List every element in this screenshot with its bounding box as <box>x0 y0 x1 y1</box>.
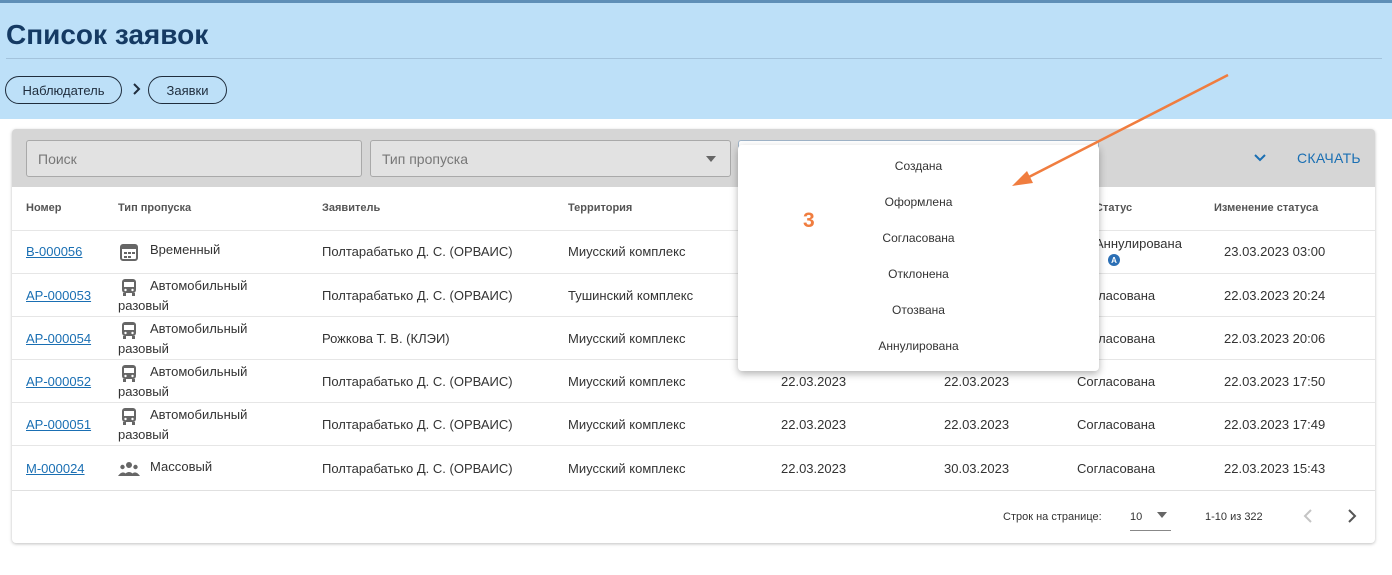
pass-type-label: Автомобильный <box>150 278 248 293</box>
request-number-link[interactable]: В-000056 <box>26 244 82 259</box>
annotation-step-number: 3 <box>803 209 815 232</box>
request-number-link[interactable]: АР-000053 <box>26 288 91 303</box>
calendar-icon <box>120 244 138 261</box>
pass-type-label: Автомобильный <box>150 321 248 336</box>
page-title: Список заявок <box>6 19 209 50</box>
column-header-status[interactable]: Статус <box>1095 202 1132 214</box>
date-from-cell: 22.03.2023 <box>781 461 847 476</box>
header-divider <box>6 58 1382 59</box>
date-from-cell: 22.03.2023 <box>781 417 847 432</box>
caret-down-icon <box>706 156 716 162</box>
territory-cell: Миусский комплекс <box>568 417 686 432</box>
pass-type-select[interactable]: Тип пропуска <box>370 140 731 177</box>
status-option-issued[interactable]: Оформлена <box>738 184 1099 220</box>
caret-down-icon <box>1157 512 1167 518</box>
pass-type-sublabel: разовый <box>118 341 169 356</box>
group-icon <box>118 462 140 476</box>
request-number-link[interactable]: АР-000052 <box>26 374 91 389</box>
download-button[interactable]: СКАЧАТЬ <box>1297 150 1361 166</box>
date-to-cell: 22.03.2023 <box>944 417 1010 432</box>
territory-cell: Тушинский комплекс <box>568 288 694 303</box>
applicant-cell: Полтарабатько Д. С. (ОРВАИС) <box>322 417 513 432</box>
table-row[interactable]: АР-000053 Автомобильный разовый Полтараб… <box>12 273 1375 316</box>
search-input[interactable]: Поиск <box>26 140 362 177</box>
column-header-territory[interactable]: Территория <box>568 202 632 214</box>
chevron-down-icon[interactable] <box>1253 151 1267 165</box>
status-dropdown-menu: Создана Оформлена Согласована Отклонена … <box>738 145 1099 371</box>
applicant-cell: Полтарабатько Д. С. (ОРВАИС) <box>322 244 513 259</box>
territory-cell: Миусский комплекс <box>568 244 686 259</box>
pass-type-select-label: Тип пропуска <box>382 150 469 167</box>
column-header-number[interactable]: Номер <box>26 202 62 214</box>
status-option-withdrawn[interactable]: Отозвана <box>738 292 1099 328</box>
status-badge: A <box>1108 254 1120 266</box>
requests-card: Поиск Тип пропуска СКАЧАТЬ Номер Тип про… <box>12 129 1375 543</box>
chevron-right-icon <box>131 81 143 97</box>
chevron-right-icon[interactable] <box>1344 507 1360 525</box>
status-cell: Согласована <box>1077 417 1156 432</box>
pass-type-label: Автомобильный <box>150 364 248 379</box>
bus-icon <box>122 365 136 382</box>
status-changed-cell: 22.03.2023 17:50 <box>1224 374 1326 389</box>
table-row[interactable]: М-000024 Массовый Полтарабатько Д. С. (О… <box>12 445 1375 490</box>
table-row[interactable]: В-000056 Временный Полтарабатько Д. С. (… <box>12 230 1375 273</box>
bus-icon <box>122 322 136 339</box>
rows-per-page-select[interactable]: 10 <box>1130 506 1171 531</box>
pass-type-label: Автомобильный <box>150 407 248 422</box>
status-changed-cell: 22.03.2023 20:24 <box>1224 288 1326 303</box>
chevron-left-icon[interactable] <box>1300 507 1316 525</box>
request-number-link[interactable]: АР-000054 <box>26 331 91 346</box>
status-option-cancelled[interactable]: Аннулирована <box>738 328 1099 364</box>
status-option-rejected[interactable]: Отклонена <box>738 256 1099 292</box>
applicant-cell: Рожкова Т. В. (КЛЭИ) <box>322 331 450 346</box>
pass-type-sublabel: разовый <box>118 384 169 399</box>
applicant-cell: Полтарабатько Д. С. (ОРВАИС) <box>322 461 513 476</box>
page-header: Список заявок Наблюдатель Заявки <box>0 0 1392 119</box>
column-header-pass-type[interactable]: Тип пропуска <box>118 202 191 214</box>
bus-icon <box>122 408 136 425</box>
status-changed-cell: 23.03.2023 03:00 <box>1224 244 1326 259</box>
pass-type-sublabel: разовый <box>118 427 169 442</box>
filter-toolbar: Поиск Тип пропуска СКАЧАТЬ <box>12 129 1375 187</box>
request-number-link[interactable]: М-000024 <box>26 461 85 476</box>
table-row[interactable]: АР-000052 Автомобильный разовый Полтараб… <box>12 359 1375 402</box>
table-row[interactable]: АР-000051 Автомобильный разовый Полтараб… <box>12 402 1375 445</box>
column-header-applicant[interactable]: Заявитель <box>322 202 380 214</box>
request-number-link[interactable]: АР-000051 <box>26 417 91 432</box>
table-row[interactable]: АР-000054 Автомобильный разовый Рожкова … <box>12 316 1375 359</box>
territory-cell: Миусский комплекс <box>568 461 686 476</box>
status-cell: Аннулирована <box>1095 236 1182 251</box>
applicant-cell: Полтарабатько Д. С. (ОРВАИС) <box>322 374 513 389</box>
status-cell: Согласована <box>1077 374 1156 389</box>
pass-type-label: Массовый <box>150 459 213 474</box>
table-footer-divider <box>12 490 1375 491</box>
territory-cell: Миусский комплекс <box>568 374 686 389</box>
pagination-range: 1-10 из 322 <box>1205 511 1263 523</box>
pass-type-label: Временный <box>150 242 221 257</box>
status-option-approved[interactable]: Согласована <box>738 220 1099 256</box>
column-header-status-changed[interactable]: Изменение статуса <box>1214 202 1318 214</box>
pass-type-sublabel: разовый <box>118 298 169 313</box>
status-cell: Согласована <box>1077 461 1156 476</box>
breadcrumb-observer[interactable]: Наблюдатель <box>5 76 122 104</box>
status-changed-cell: 22.03.2023 15:43 <box>1224 461 1326 476</box>
bus-icon <box>122 279 136 296</box>
status-changed-cell: 22.03.2023 20:06 <box>1224 331 1326 346</box>
territory-cell: Миусский комплекс <box>568 331 686 346</box>
date-from-cell: 22.03.2023 <box>781 374 847 389</box>
applicant-cell: Полтарабатько Д. С. (ОРВАИС) <box>322 288 513 303</box>
status-changed-cell: 22.03.2023 17:49 <box>1224 417 1326 432</box>
breadcrumb-requests[interactable]: Заявки <box>148 76 227 104</box>
date-to-cell: 22.03.2023 <box>944 374 1010 389</box>
status-option-created[interactable]: Создана <box>738 148 1099 184</box>
rows-per-page-label: Строк на странице: <box>1003 511 1102 523</box>
date-to-cell: 30.03.2023 <box>944 461 1010 476</box>
rows-per-page-value: 10 <box>1130 511 1143 523</box>
